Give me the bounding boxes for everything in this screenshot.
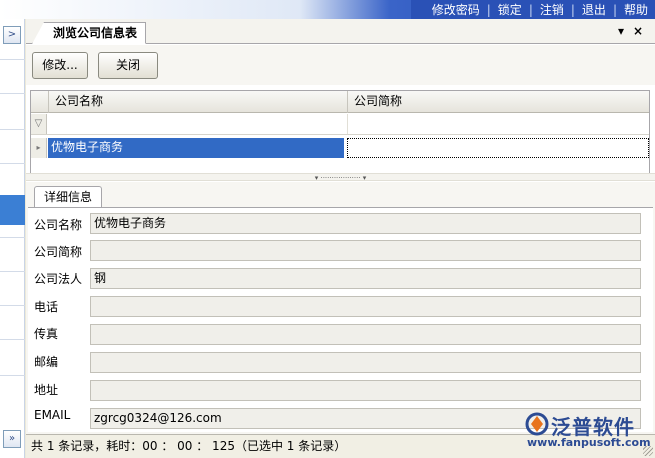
tab-browse-company[interactable]: 浏览公司信息表: [32, 22, 147, 44]
grid-header: 公司名称 公司简称: [31, 91, 649, 113]
edit-button[interactable]: 修改...: [32, 52, 88, 79]
rail-divider: [0, 129, 25, 130]
address-field[interactable]: [90, 380, 641, 401]
close-button[interactable]: 关闭: [98, 52, 158, 79]
lock-link[interactable]: 锁定: [491, 1, 529, 18]
postcode-field[interactable]: [90, 352, 641, 373]
cell-short-name[interactable]: [347, 138, 649, 158]
top-menu: 修改密码 | 锁定 | 注销 | 退出 | 帮助: [410, 0, 655, 19]
grid-corner: [31, 91, 48, 113]
panel-splitter[interactable]: ▾ ·················· ▾: [26, 173, 655, 182]
detail-panel: 详细信息 公司名称 优物电子商务 公司简称 公司法人 钢 电话 传真 邮编 地址…: [26, 182, 655, 434]
field-label: 地址: [34, 383, 59, 397]
detail-form: 公司名称 优物电子商务 公司简称 公司法人 钢 电话 传真 邮编 地址 EMAI…: [28, 207, 653, 432]
rail-divider: [0, 339, 25, 340]
main-panel: 浏览公司信息表 ▾ × 修改... 关闭 公司名称 公司简称 ▽ ▸ 优物电子商…: [26, 19, 655, 434]
field-label: 公司法人: [34, 272, 83, 286]
field-label: 公司名称: [34, 218, 83, 232]
rail-divider: [0, 237, 25, 238]
rail-active-item[interactable]: [0, 195, 25, 225]
fax-field[interactable]: [90, 324, 641, 345]
short-name-field[interactable]: [90, 240, 641, 261]
expand-sidebar-button[interactable]: >: [3, 26, 21, 44]
field-label: 电话: [34, 300, 59, 314]
tab-close-icon[interactable]: ×: [633, 24, 643, 38]
rail-divider: [0, 59, 25, 60]
rail-divider: [0, 163, 25, 164]
filter-row[interactable]: ▽: [31, 114, 649, 135]
status-text: 共 1 条记录，耗时：00 ： 00 ： 125（已选中 1 条记录）: [31, 439, 347, 453]
legal-person-field[interactable]: 钢: [90, 268, 641, 289]
field-label: 公司简称: [34, 245, 83, 259]
column-header-company-name[interactable]: 公司名称: [48, 91, 347, 113]
row-indicator-icon: ▸: [31, 138, 47, 158]
logo-icon: [525, 412, 549, 436]
watermark-logo: 泛普软件 www.fanpusoft.com: [525, 410, 653, 454]
top-bar: 修改密码 | 锁定 | 注销 | 退出 | 帮助: [0, 0, 655, 19]
table-row[interactable]: ▸ 优物电子商务: [31, 138, 649, 158]
column-header-short-name[interactable]: 公司简称: [347, 91, 649, 113]
filter-icon[interactable]: ▽: [31, 114, 47, 134]
rail-divider: [0, 93, 25, 94]
left-rail: > »: [0, 19, 25, 458]
exit-link[interactable]: 退出: [575, 1, 613, 18]
company-grid: 公司名称 公司简称 ▽ ▸ 优物电子商务: [30, 90, 650, 178]
field-label: 传真: [34, 327, 59, 341]
document-tabstrip: 浏览公司信息表 ▾ ×: [26, 19, 655, 44]
logo-url: www.fanpusoft.com: [527, 436, 651, 449]
rail-bottom-button[interactable]: »: [3, 430, 21, 448]
change-password-link[interactable]: 修改密码: [425, 1, 487, 18]
phone-field[interactable]: [90, 296, 641, 317]
tab-dropdown-icon[interactable]: ▾: [618, 24, 624, 38]
rail-divider: [0, 271, 25, 272]
cell-divider: [347, 114, 348, 134]
logout-link[interactable]: 注销: [533, 1, 571, 18]
field-label: 邮编: [34, 355, 59, 369]
cell-company-name[interactable]: 优物电子商务: [48, 138, 344, 158]
rail-divider: [0, 305, 25, 306]
rail-divider: [0, 375, 25, 376]
toolbar: 修改... 关闭: [26, 45, 655, 85]
company-name-field[interactable]: 优物电子商务: [90, 213, 641, 234]
tab-detail-info[interactable]: 详细信息: [34, 186, 103, 208]
field-label: EMAIL: [34, 408, 71, 422]
help-link[interactable]: 帮助: [617, 1, 655, 18]
